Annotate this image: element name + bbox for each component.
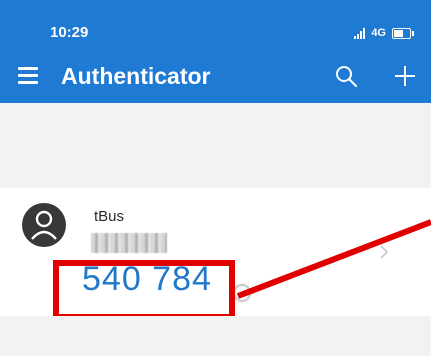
status-bar: 10:29 4G bbox=[0, 0, 431, 48]
account-username-redacted bbox=[91, 233, 167, 253]
app-header: 10:29 4G Authenticator bbox=[0, 0, 431, 103]
avatar-icon bbox=[22, 203, 66, 247]
list-spacer bbox=[0, 103, 431, 188]
app-title: Authenticator bbox=[61, 63, 211, 89]
signal-icon bbox=[354, 27, 366, 39]
add-icon[interactable] bbox=[393, 64, 417, 88]
battery-icon bbox=[392, 27, 414, 39]
app-bar: Authenticator bbox=[0, 52, 431, 100]
status-icons: 4G bbox=[354, 25, 414, 41]
search-icon[interactable] bbox=[334, 64, 358, 88]
account-name: tBus bbox=[94, 208, 125, 225]
chevron-right-icon[interactable] bbox=[378, 243, 390, 261]
network-type: 4G bbox=[371, 27, 386, 39]
code-highlight-box bbox=[53, 260, 235, 320]
status-time: 10:29 bbox=[50, 24, 89, 41]
account-list-item[interactable]: tBus 540 784 bbox=[0, 188, 431, 320]
menu-icon[interactable] bbox=[18, 66, 38, 84]
list-footer bbox=[0, 316, 431, 356]
